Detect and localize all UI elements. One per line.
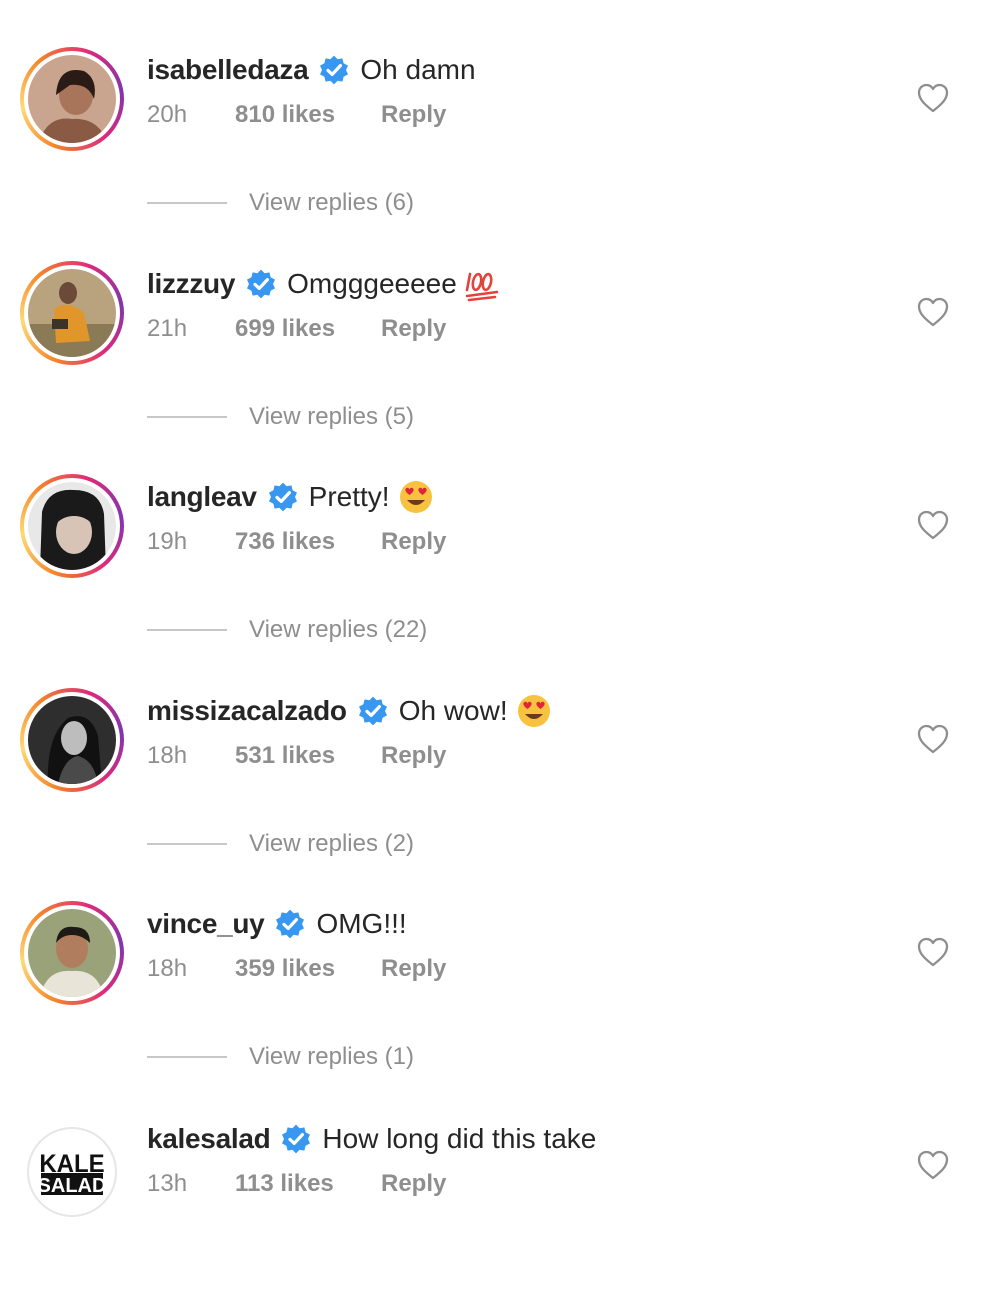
comment-time[interactable]: 18h [147,742,235,770]
story-ring[interactable] [20,688,124,792]
reply-button[interactable]: Reply [381,315,446,343]
avatar-border[interactable]: KALE SALAD [27,1127,117,1217]
avatar[interactable] [28,909,116,997]
comment-text: How long did this take [322,1123,597,1154]
story-ring[interactable] [20,474,124,578]
reply-button[interactable]: Reply [381,528,446,556]
replies-divider [147,843,227,845]
verified-badge-icon [320,55,349,85]
story-ring[interactable] [20,901,124,1005]
username[interactable]: lizzzuy [147,268,235,300]
like-heart-icon[interactable] [916,82,950,114]
verified-badge-icon [247,269,276,299]
heart-eyes-icon [517,695,550,727]
comment-time[interactable]: 20h [147,101,235,129]
reply-button[interactable]: Reply [381,955,446,983]
comment-item: langleav Pretty! 19h 736 likes Reply Vie… [0,427,1000,643]
replies-divider [147,629,227,631]
username[interactable]: vince_uy [147,908,265,940]
heart-eyes-icon [399,481,432,513]
avatar[interactable] [28,269,116,357]
comment-item: vince_uy OMG!!! 18h 359 likes Reply View… [0,854,1000,1070]
story-ring[interactable] [20,47,124,151]
view-replies-button[interactable]: View replies (1) [147,1042,414,1072]
view-replies-label: View replies (6) [249,189,414,216]
view-replies-label: View replies (1) [249,1043,414,1070]
comment-time[interactable]: 21h [147,315,235,343]
verified-badge-icon [358,696,387,726]
like-heart-icon[interactable] [916,1149,950,1181]
replies-divider [147,202,227,204]
reply-button[interactable]: Reply [381,742,446,770]
username[interactable]: isabelledaza [147,54,309,86]
username[interactable]: langleav [147,481,257,513]
likes-count[interactable]: 113 likes [235,1170,381,1198]
likes-count[interactable]: 359 likes [235,955,381,983]
username[interactable]: missizacalzado [147,695,347,727]
comment-text: OMG!!! [316,908,407,939]
replies-divider [147,416,227,418]
comment-text: Oh wow! [398,695,508,726]
likes-count[interactable]: 736 likes [235,528,381,556]
comment-item: isabelledaza Oh damn 20h 810 likes Reply… [0,0,1000,216]
comment-text: Omgggeeeee [287,268,457,299]
verified-badge-icon [282,1124,311,1154]
avatar[interactable] [28,55,116,143]
reply-button[interactable]: Reply [381,101,446,129]
view-replies-label: View replies (22) [249,616,428,643]
hundred-points-icon [465,272,499,302]
likes-count[interactable]: 810 likes [235,101,381,129]
like-heart-icon[interactable] [916,936,950,968]
username[interactable]: kalesalad [147,1123,271,1155]
svg-text:SALAD: SALAD [38,1175,107,1197]
verified-badge-icon [268,482,297,512]
story-ring[interactable] [20,261,124,365]
reply-button[interactable]: Reply [381,1170,446,1198]
replies-divider [147,1056,227,1058]
likes-count[interactable]: 699 likes [235,315,381,343]
comment-text: Oh damn [360,54,476,85]
like-heart-icon[interactable] [916,723,950,755]
avatar[interactable] [28,482,116,570]
avatar[interactable] [28,696,116,784]
comment-time[interactable]: 13h [147,1170,235,1198]
comment-item: lizzzuy Omgggeeeee 21h 699 likes Reply V… [0,214,1000,430]
comment-time[interactable]: 18h [147,955,235,983]
likes-count[interactable]: 531 likes [235,742,381,770]
comment-time[interactable]: 19h [147,528,235,556]
comment-item: missizacalzado Oh wow! 18h 531 likes Rep… [0,641,1000,857]
kalesalad-logo[interactable]: KALE SALAD [29,1129,115,1215]
comment-item: KALE SALAD kalesalad How long did this t… [0,1087,1000,1301]
verified-badge-icon [276,909,305,939]
comment-text: Pretty! [308,481,390,512]
like-heart-icon[interactable] [916,296,950,328]
like-heart-icon[interactable] [916,509,950,541]
